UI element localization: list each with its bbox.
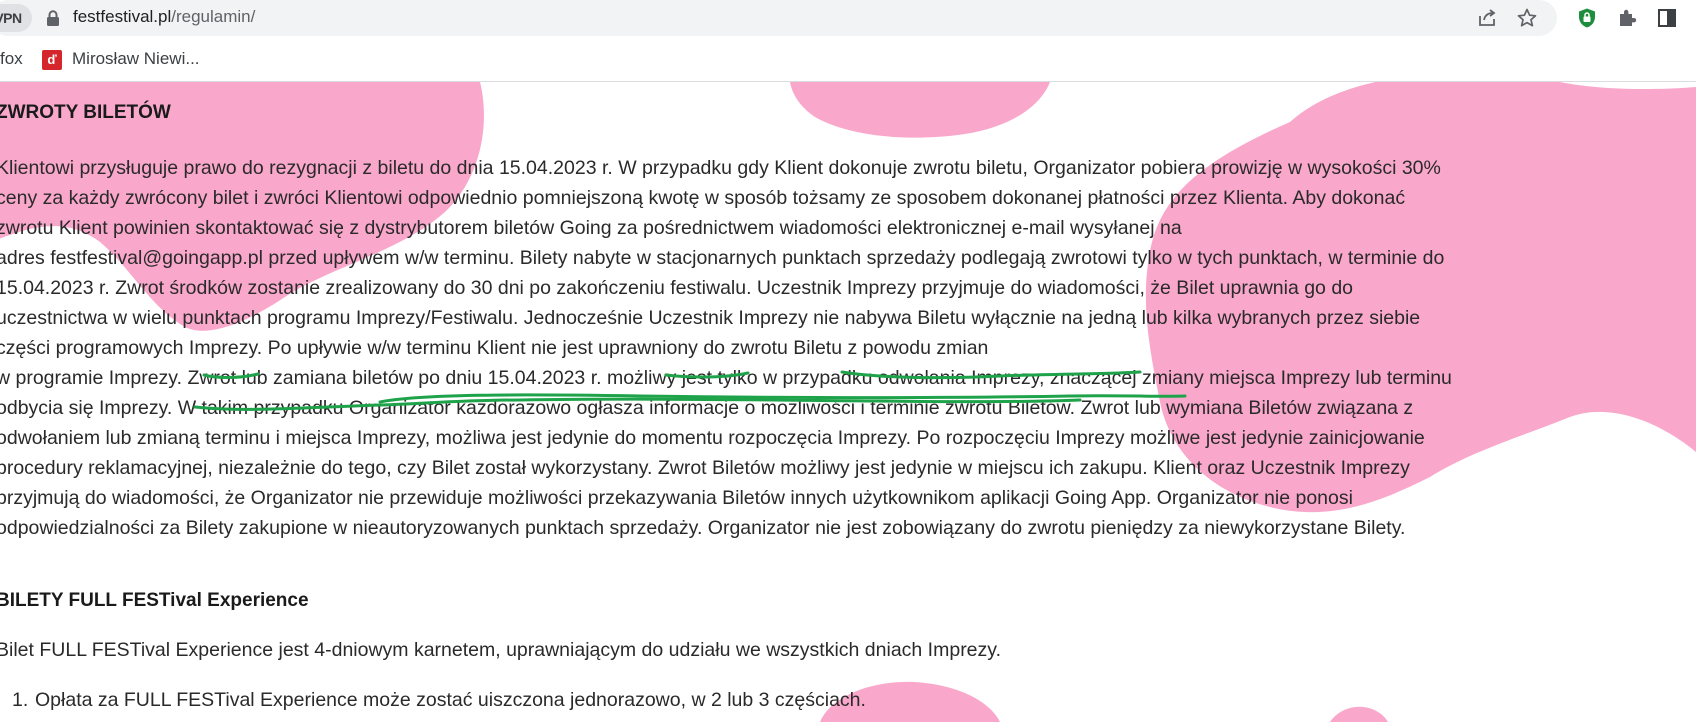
extensions-puzzle-icon[interactable] [1616,7,1638,29]
paragraph-line: zwrotu Klient powinien skontaktować się … [0,217,1182,239]
paragraph-line: Klientowi przysługuje prawo do rezygnacj… [0,157,1441,179]
lock-icon[interactable] [46,10,60,26]
paragraph-line: procedury reklamacyjnej, niezależnie do … [0,457,1410,479]
full-fest-intro: Bilet FULL FESTival Experience jest 4-dn… [0,639,1002,661]
paragraph-line: uczestnictwa w wielu punktach programu I… [0,307,1421,329]
ticket-returns-paragraph: Klientowi przysługuje prawo do rezygnacj… [0,153,1452,543]
url-path: /regulamin/ [171,7,256,26]
paragraph-line: odwołaniem lub zmianą terminu i miejsca … [0,427,1425,449]
bookmark-item[interactable]: Mirosław Niewi... [72,49,200,69]
paragraph-line: adres festfestival@goingapp.pl przed upł… [0,247,1445,269]
blob-top-center [790,82,1050,138]
paragraph-line: części programowych Imprezy. Po upływie … [0,337,989,359]
paragraph-line: 15.04.2023 r. Zwrot środków zostanie zre… [0,277,1354,299]
list-item-text: Opłata za FULL FESTival Experience może … [35,689,866,711]
vpn-badge[interactable]: VPN [0,4,32,32]
browser-address-bar: VPN festfestival.pl/regulamin/ [0,0,1696,36]
paragraph-line: przyjmują do wiadomości, że Organizator … [0,487,1353,509]
side-panel-icon[interactable] [1656,7,1678,29]
paragraph-line: ceny za każdy zwrócony bilet i zwróci Kl… [0,187,1406,209]
blob-bottom-right [1330,706,1388,722]
paragraph-line: w programie Imprezy. Zwrot lub zamiana b… [0,367,1452,389]
bookmarks-bar: fox ď Mirosław Niewi... [0,36,1696,82]
section-heading-ticket-returns: ZWROTY BILETÓW [0,102,171,123]
shield-extension-icon[interactable] [1576,7,1598,29]
url-text[interactable]: festfestival.pl/regulamin/ [73,7,255,27]
bookmark-favicon-icon: ď [42,50,62,70]
paragraph-line: odbycia się Imprezy. W takim przypadku O… [0,397,1414,419]
paragraph-line: odpowiedzialności za Bilety zakupione w … [0,517,1406,539]
url-domain: festfestival.pl [73,7,172,26]
list-item-number: 1. [12,689,29,711]
section-heading-full-fest-tickets: BILETY FULL FESTival Experience [0,590,309,611]
bookmark-star-icon[interactable] [1516,7,1538,29]
bookmark-item[interactable]: fox [0,49,23,69]
omnibox[interactable]: VPN festfestival.pl/regulamin/ [0,0,1557,36]
page-viewport: ZWROTY BILETÓW Klientowi przysługuje pra… [0,82,1696,722]
share-icon[interactable] [1476,7,1498,29]
